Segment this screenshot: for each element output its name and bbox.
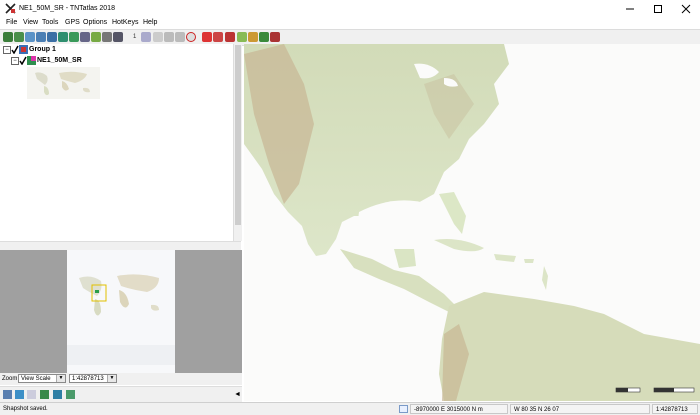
zoom-layer-icon[interactable] (53, 390, 62, 399)
zoom-mode-select[interactable]: View Scale ▼ (18, 374, 66, 383)
measure-icon[interactable] (164, 32, 174, 42)
zoom-box-icon[interactable] (58, 32, 68, 42)
menu-bar: File View Tools GPS Options HotKeys Help (0, 17, 700, 29)
menu-file[interactable]: File (6, 18, 17, 28)
hispaniola (494, 254, 516, 262)
collapse-group-icon[interactable]: − (3, 46, 11, 54)
map-coordinates: -8970000 E 3015000 N m (410, 404, 508, 414)
menu-view[interactable]: View (23, 18, 38, 28)
status-bar: Shapshot saved. -8970000 E 3015000 N m W… (0, 402, 700, 415)
layer-vertical-scrollbar[interactable] (233, 44, 242, 241)
menu-gps[interactable]: GPS (65, 18, 80, 28)
south-america-landmass (439, 292, 700, 401)
window-title: NE1_50M_SR - TNTatlas 2018 (19, 5, 115, 12)
select-tool-icon[interactable] (141, 32, 151, 42)
close-button[interactable] (672, 0, 700, 17)
layer-panel: − Group 1 − NE1_50M_SR (0, 44, 242, 241)
scale-bar (615, 387, 695, 393)
zoom-layer-icon[interactable] (69, 32, 79, 42)
latlon-coordinates: W 80 35 N 26 07 (510, 404, 650, 414)
zoom-extent-icon[interactable] (66, 390, 75, 399)
zoom-previous-icon[interactable] (47, 32, 57, 42)
zoom-label: Zoom (2, 376, 18, 382)
scroll-thumb[interactable] (235, 45, 241, 225)
map-icon[interactable] (91, 32, 101, 42)
layer-label[interactable]: NE1_50M_SR (37, 56, 82, 65)
checkmark-icon[interactable] (19, 56, 27, 65)
zoom-mode-value: View Scale (21, 376, 51, 382)
collapse-layer-icon[interactable]: − (11, 57, 19, 65)
overview-toolbar: ◄ (0, 386, 242, 402)
menu-help[interactable]: Help (143, 18, 157, 28)
find-icon[interactable] (213, 32, 223, 42)
checkmark-icon[interactable] (11, 45, 19, 54)
menu-options[interactable]: Options (83, 18, 107, 28)
minimize-button[interactable] (616, 0, 644, 17)
status-scale: 1:42878713 (652, 404, 698, 414)
zoom-out-icon[interactable] (36, 32, 46, 42)
layer-horizontal-scrollbar[interactable] (0, 241, 241, 250)
minimize-icon (626, 8, 634, 9)
bookmark-icon[interactable] (270, 32, 280, 42)
chevron-down-icon: ▼ (56, 375, 65, 382)
crosshair-icon[interactable] (202, 32, 212, 42)
raster-layer-icon (27, 56, 36, 65)
camera-icon[interactable] (102, 32, 112, 42)
zoom-in-icon[interactable] (25, 32, 35, 42)
redraw-icon[interactable] (3, 32, 13, 42)
menu-hotkeys[interactable]: HotKeys (112, 18, 138, 28)
print-icon[interactable] (113, 32, 123, 42)
full-view-icon[interactable] (14, 32, 24, 42)
pan-icon[interactable] (80, 32, 90, 42)
app-icon (5, 3, 16, 14)
yucatan (394, 249, 416, 268)
overview-margin-right (175, 250, 242, 373)
puerto-rico (524, 259, 534, 263)
sketch-icon[interactable] (237, 32, 247, 42)
crosshair-icon[interactable] (399, 405, 408, 413)
chevron-down-icon: ▼ (107, 375, 116, 382)
query-icon[interactable] (153, 32, 163, 42)
pencil-icon[interactable] (248, 32, 258, 42)
overview-margin-left (0, 250, 67, 373)
group-icon (19, 45, 28, 54)
status-message: Shapshot saved. (3, 406, 48, 412)
zoom-scale-select[interactable]: 1:42878713 ▼ (69, 374, 117, 383)
search-icon[interactable] (27, 390, 36, 399)
layer-thumbnail (27, 67, 100, 99)
layer-props-icon[interactable] (15, 390, 24, 399)
menu-tools[interactable]: Tools (42, 18, 58, 28)
map-canvas[interactable] (244, 44, 700, 401)
gps-icon[interactable] (259, 32, 269, 42)
overview-map[interactable] (67, 250, 175, 373)
zoom-row: Zoom View Scale ▼ 1:42878713 ▼ (0, 373, 242, 385)
florida (439, 192, 466, 234)
lesser-antilles (542, 266, 548, 290)
gulf-of-mexico (358, 200, 433, 249)
title-bar: NE1_50M_SR - TNTatlas 2018 (0, 0, 700, 17)
map-view[interactable] (244, 44, 700, 401)
cuba (434, 239, 484, 252)
maximize-icon (654, 4, 662, 13)
group-label[interactable]: Group 1 (29, 45, 56, 54)
maximize-button[interactable] (644, 0, 672, 17)
zoom-scale-value: 1:42878713 (72, 376, 104, 382)
stop-icon[interactable] (186, 32, 196, 42)
back-icon[interactable] (175, 32, 185, 42)
close-icon (681, 4, 691, 13)
layer-list-icon[interactable] (3, 390, 12, 399)
collapse-panel-icon[interactable]: ◄ (234, 390, 241, 399)
map-view-icon[interactable] (40, 390, 49, 399)
pointer-icon[interactable] (225, 32, 235, 42)
mode-number: 1 (133, 34, 137, 40)
